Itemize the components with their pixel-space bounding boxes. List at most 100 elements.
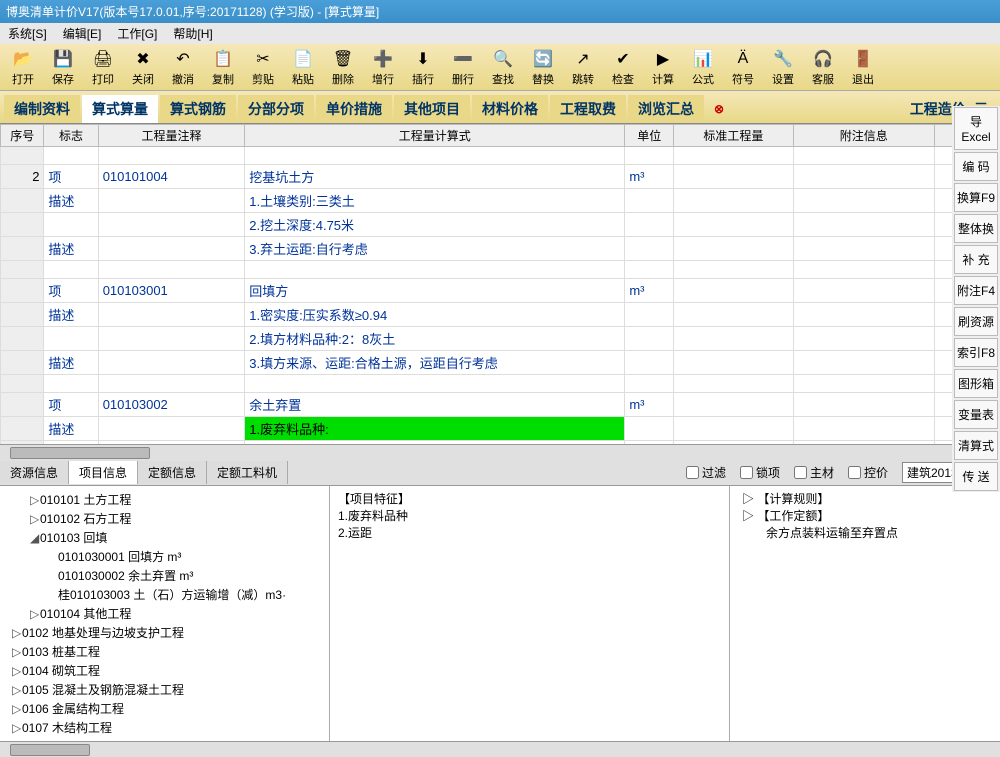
tree-expand-icon[interactable]: ▷ (30, 512, 40, 526)
grid-row[interactable]: 项010103001回填方m³ (1, 279, 1000, 303)
grid-cell[interactable] (793, 237, 934, 261)
tree-item[interactable]: ▷010101 土方工程 (4, 490, 325, 509)
grid-cell[interactable] (625, 261, 674, 279)
formula-button[interactable]: 📊公式 (684, 46, 722, 88)
exit-button[interactable]: 🚪退出 (844, 46, 882, 88)
print-button[interactable]: 🖨打印 (84, 46, 122, 88)
grid-cell[interactable] (1, 375, 44, 393)
grid-cell[interactable] (98, 189, 245, 213)
tree-item[interactable]: ▷010102 石方工程 (4, 509, 325, 528)
filter-suoxiang[interactable]: 锁项 (740, 464, 780, 481)
filter-checkbox[interactable] (794, 466, 807, 479)
filter-checkbox[interactable] (686, 466, 699, 479)
grid-cell[interactable] (98, 417, 245, 441)
grid-cell[interactable]: 回填方 (245, 279, 625, 303)
grid-cell[interactable]: 010101004 (98, 165, 245, 189)
grid-cell[interactable]: 010103001 (98, 279, 245, 303)
bottom-hscrollbar[interactable] (0, 741, 1000, 757)
tree-item[interactable]: ▷0104 砌筑工程 (4, 661, 325, 680)
grid-row[interactable] (1, 375, 1000, 393)
grid-cell[interactable] (674, 393, 793, 417)
grid-cell[interactable] (674, 327, 793, 351)
menu-item[interactable]: 工作[G] (117, 25, 157, 42)
grid-cell[interactable] (245, 261, 625, 279)
grid-cell[interactable] (625, 189, 674, 213)
replace-button[interactable]: 🔄替换 (524, 46, 562, 88)
grid-header[interactable]: 标准工程量 (674, 125, 793, 147)
tree-expand-icon[interactable]: ▷ (12, 645, 22, 659)
grid-cell[interactable] (674, 165, 793, 189)
tree-item[interactable]: ▷0105 混凝土及钢筋混凝土工程 (4, 680, 325, 699)
grid-hscrollbar[interactable] (0, 444, 1000, 460)
grid-row[interactable]: 描述1.密实度:压实系数≥0.94 (1, 303, 1000, 327)
side-button[interactable]: 图形箱 (954, 369, 998, 398)
grid-cell[interactable] (674, 417, 793, 441)
filter-kongjia[interactable]: 控价 (848, 464, 888, 481)
grid-cell[interactable] (674, 213, 793, 237)
grid-cell[interactable] (625, 213, 674, 237)
grid-cell[interactable] (98, 351, 245, 375)
grid-cell[interactable]: 010103002 (98, 393, 245, 417)
grid-cell[interactable] (674, 237, 793, 261)
grid-cell[interactable] (793, 261, 934, 279)
open-button[interactable]: 📂打开 (4, 46, 42, 88)
grid-cell[interactable] (674, 189, 793, 213)
grid-cell[interactable]: 2.挖土深度:4.75米 (245, 213, 625, 237)
bottom-tab[interactable]: 资源信息 (0, 461, 69, 484)
grid-cell[interactable]: 描述 (44, 189, 98, 213)
grid-cell[interactable] (793, 417, 934, 441)
undo-button[interactable]: ↶撤消 (164, 46, 202, 88)
grid-cell[interactable] (44, 327, 98, 351)
grid-cell[interactable]: m³ (625, 165, 674, 189)
grid-cell[interactable] (1, 237, 44, 261)
filter-checkbox[interactable] (848, 466, 861, 479)
side-button[interactable]: 附注F4 (954, 276, 998, 305)
grid-cell[interactable] (1, 261, 44, 279)
check-button[interactable]: ✔检查 (604, 46, 642, 88)
grid-cell[interactable]: 描述 (44, 237, 98, 261)
grid-cell[interactable]: 余土弃置 (245, 393, 625, 417)
bottom-tab[interactable]: 定额工料机 (207, 461, 288, 484)
side-button[interactable]: 传 送 (954, 462, 998, 491)
support-button[interactable]: 🎧客服 (804, 46, 842, 88)
menu-item[interactable]: 帮助[H] (173, 25, 212, 42)
grid-cell[interactable] (1, 303, 44, 327)
tree-item[interactable]: ▷0106 金属结构工程 (4, 699, 325, 718)
side-button[interactable]: 编 码 (954, 152, 998, 181)
tree-expand-icon[interactable]: ▷ (12, 721, 22, 735)
grid-cell[interactable]: 项 (44, 165, 98, 189)
grid-cell[interactable] (1, 189, 44, 213)
find-button[interactable]: 🔍查找 (484, 46, 522, 88)
grid-cell[interactable] (98, 213, 245, 237)
grid-cell[interactable] (44, 213, 98, 237)
grid-cell[interactable] (674, 261, 793, 279)
grid-cell[interactable] (98, 237, 245, 261)
add-row-button[interactable]: ➕增行 (364, 46, 402, 88)
grid-header[interactable]: 工程量计算式 (245, 125, 625, 147)
grid-cell[interactable] (98, 327, 245, 351)
filter-checkbox[interactable] (740, 466, 753, 479)
grid-cell[interactable]: 描述 (44, 303, 98, 327)
bottom-tab[interactable]: 定额信息 (138, 461, 207, 484)
rule-line[interactable]: ▷ 【计算规则】 (738, 490, 992, 507)
del-row-button[interactable]: ➖删行 (444, 46, 482, 88)
grid-cell[interactable] (1, 279, 44, 303)
tree-item[interactable]: ▷010104 其他工程 (4, 604, 325, 623)
grid-cell[interactable] (44, 261, 98, 279)
tree-item[interactable]: 0101030002 余土弃置 m³ (4, 566, 325, 585)
grid-cell[interactable] (625, 417, 674, 441)
cut-button[interactable]: ✂剪贴 (244, 46, 282, 88)
grid-cell[interactable] (98, 261, 245, 279)
side-button[interactable]: 刷资源 (954, 307, 998, 336)
grid-cell[interactable]: 3.填方来源、运距:合格土源，运距自行考虑 (245, 351, 625, 375)
tree-expand-icon[interactable]: ▷ (12, 664, 22, 678)
grid-cell[interactable] (674, 303, 793, 327)
grid-cell[interactable] (1, 393, 44, 417)
grid-cell[interactable] (793, 189, 934, 213)
tree-item[interactable]: ▷0103 桩基工程 (4, 642, 325, 661)
grid-cell[interactable] (674, 351, 793, 375)
module-tab[interactable]: 编制资料 (4, 95, 80, 123)
side-button[interactable]: 补 充 (954, 245, 998, 274)
grid-cell[interactable] (674, 375, 793, 393)
grid-row[interactable]: 描述1.废弃料品种: (1, 417, 1000, 441)
